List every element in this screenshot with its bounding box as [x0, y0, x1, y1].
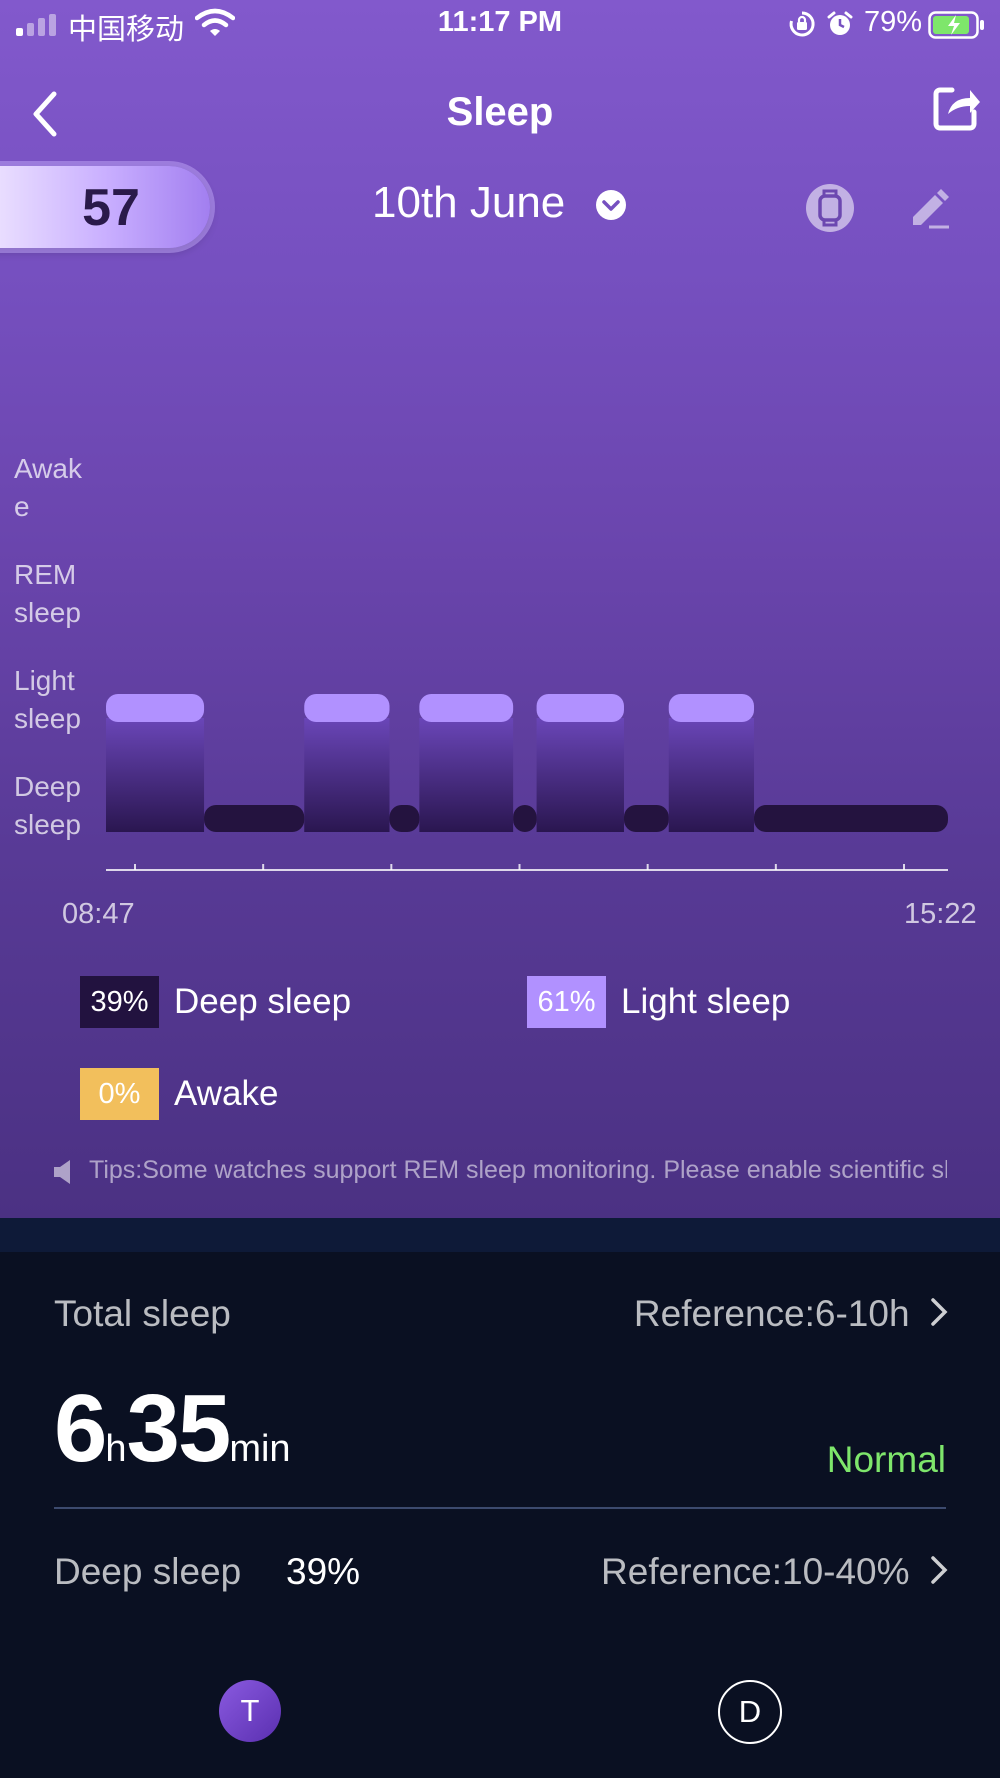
divider	[54, 1507, 946, 1509]
tab-t[interactable]: T	[219, 1680, 281, 1742]
total-sleep-minutes: 35	[126, 1375, 232, 1482]
sleep-screen: 中国移动 11:17 PM 79% Sleep 57 10th June Awa…	[0, 0, 1000, 1778]
legend-deep-label: Deep sleep	[174, 982, 352, 1021]
deep-sleep-segment	[754, 805, 948, 832]
deep-sleep-segment	[513, 805, 537, 832]
chevron-right-icon	[931, 1556, 948, 1584]
light-sleep-column	[106, 718, 205, 832]
deep-sleep-label: Deep sleep	[54, 1551, 242, 1592]
tab-d[interactable]: D	[718, 1680, 782, 1744]
legend-awake-label: Awake	[174, 1074, 279, 1113]
total-sleep-reference: Reference:6-10h	[633, 1293, 910, 1334]
chevron-right-icon	[931, 1298, 948, 1326]
deep-sleep-reference: Reference:10-40%	[601, 1551, 910, 1592]
light-sleep-segment	[304, 694, 390, 722]
light-sleep-segment	[536, 694, 624, 722]
light-sleep-column	[536, 718, 624, 832]
x-start-time: 08:47	[62, 898, 135, 930]
light-sleep-column	[419, 718, 514, 832]
legend-awake-percent: 0%	[80, 1068, 159, 1120]
total-sleep-duration: 6h35min	[54, 1374, 291, 1484]
light-sleep-segment	[419, 694, 514, 722]
light-sleep-column	[668, 718, 755, 832]
total-sleep-label: Total sleep	[54, 1293, 231, 1334]
speaker-icon	[52, 1158, 78, 1191]
panel-separator	[0, 1218, 1000, 1252]
legend-light-label: Light sleep	[621, 982, 791, 1021]
legend-deep-percent: 39%	[80, 976, 159, 1028]
deep-sleep-segment	[204, 805, 305, 832]
deep-sleep-segment	[389, 805, 420, 832]
x-end-time: 15:22	[904, 898, 977, 930]
deep-sleep-value: 39%	[286, 1551, 361, 1592]
light-sleep-segment	[106, 694, 205, 722]
deep-sleep-reference-link[interactable]: Reference:10-40%	[520, 1551, 950, 1595]
legend-light-percent: 61%	[527, 976, 606, 1028]
total-sleep-status: Normal	[826, 1439, 946, 1480]
light-sleep-segment	[668, 694, 755, 722]
total-sleep-hours: 6	[54, 1375, 107, 1482]
hours-unit: h	[105, 1428, 127, 1470]
light-sleep-column	[304, 718, 390, 832]
sleep-stage-chart	[106, 694, 948, 871]
tips-text: Tips:Some watches support REM sleep moni…	[89, 1156, 947, 1184]
total-sleep-reference-link[interactable]: Reference:6-10h	[560, 1293, 950, 1337]
minutes-unit: min	[229, 1428, 291, 1470]
deep-sleep-segment	[623, 805, 669, 832]
